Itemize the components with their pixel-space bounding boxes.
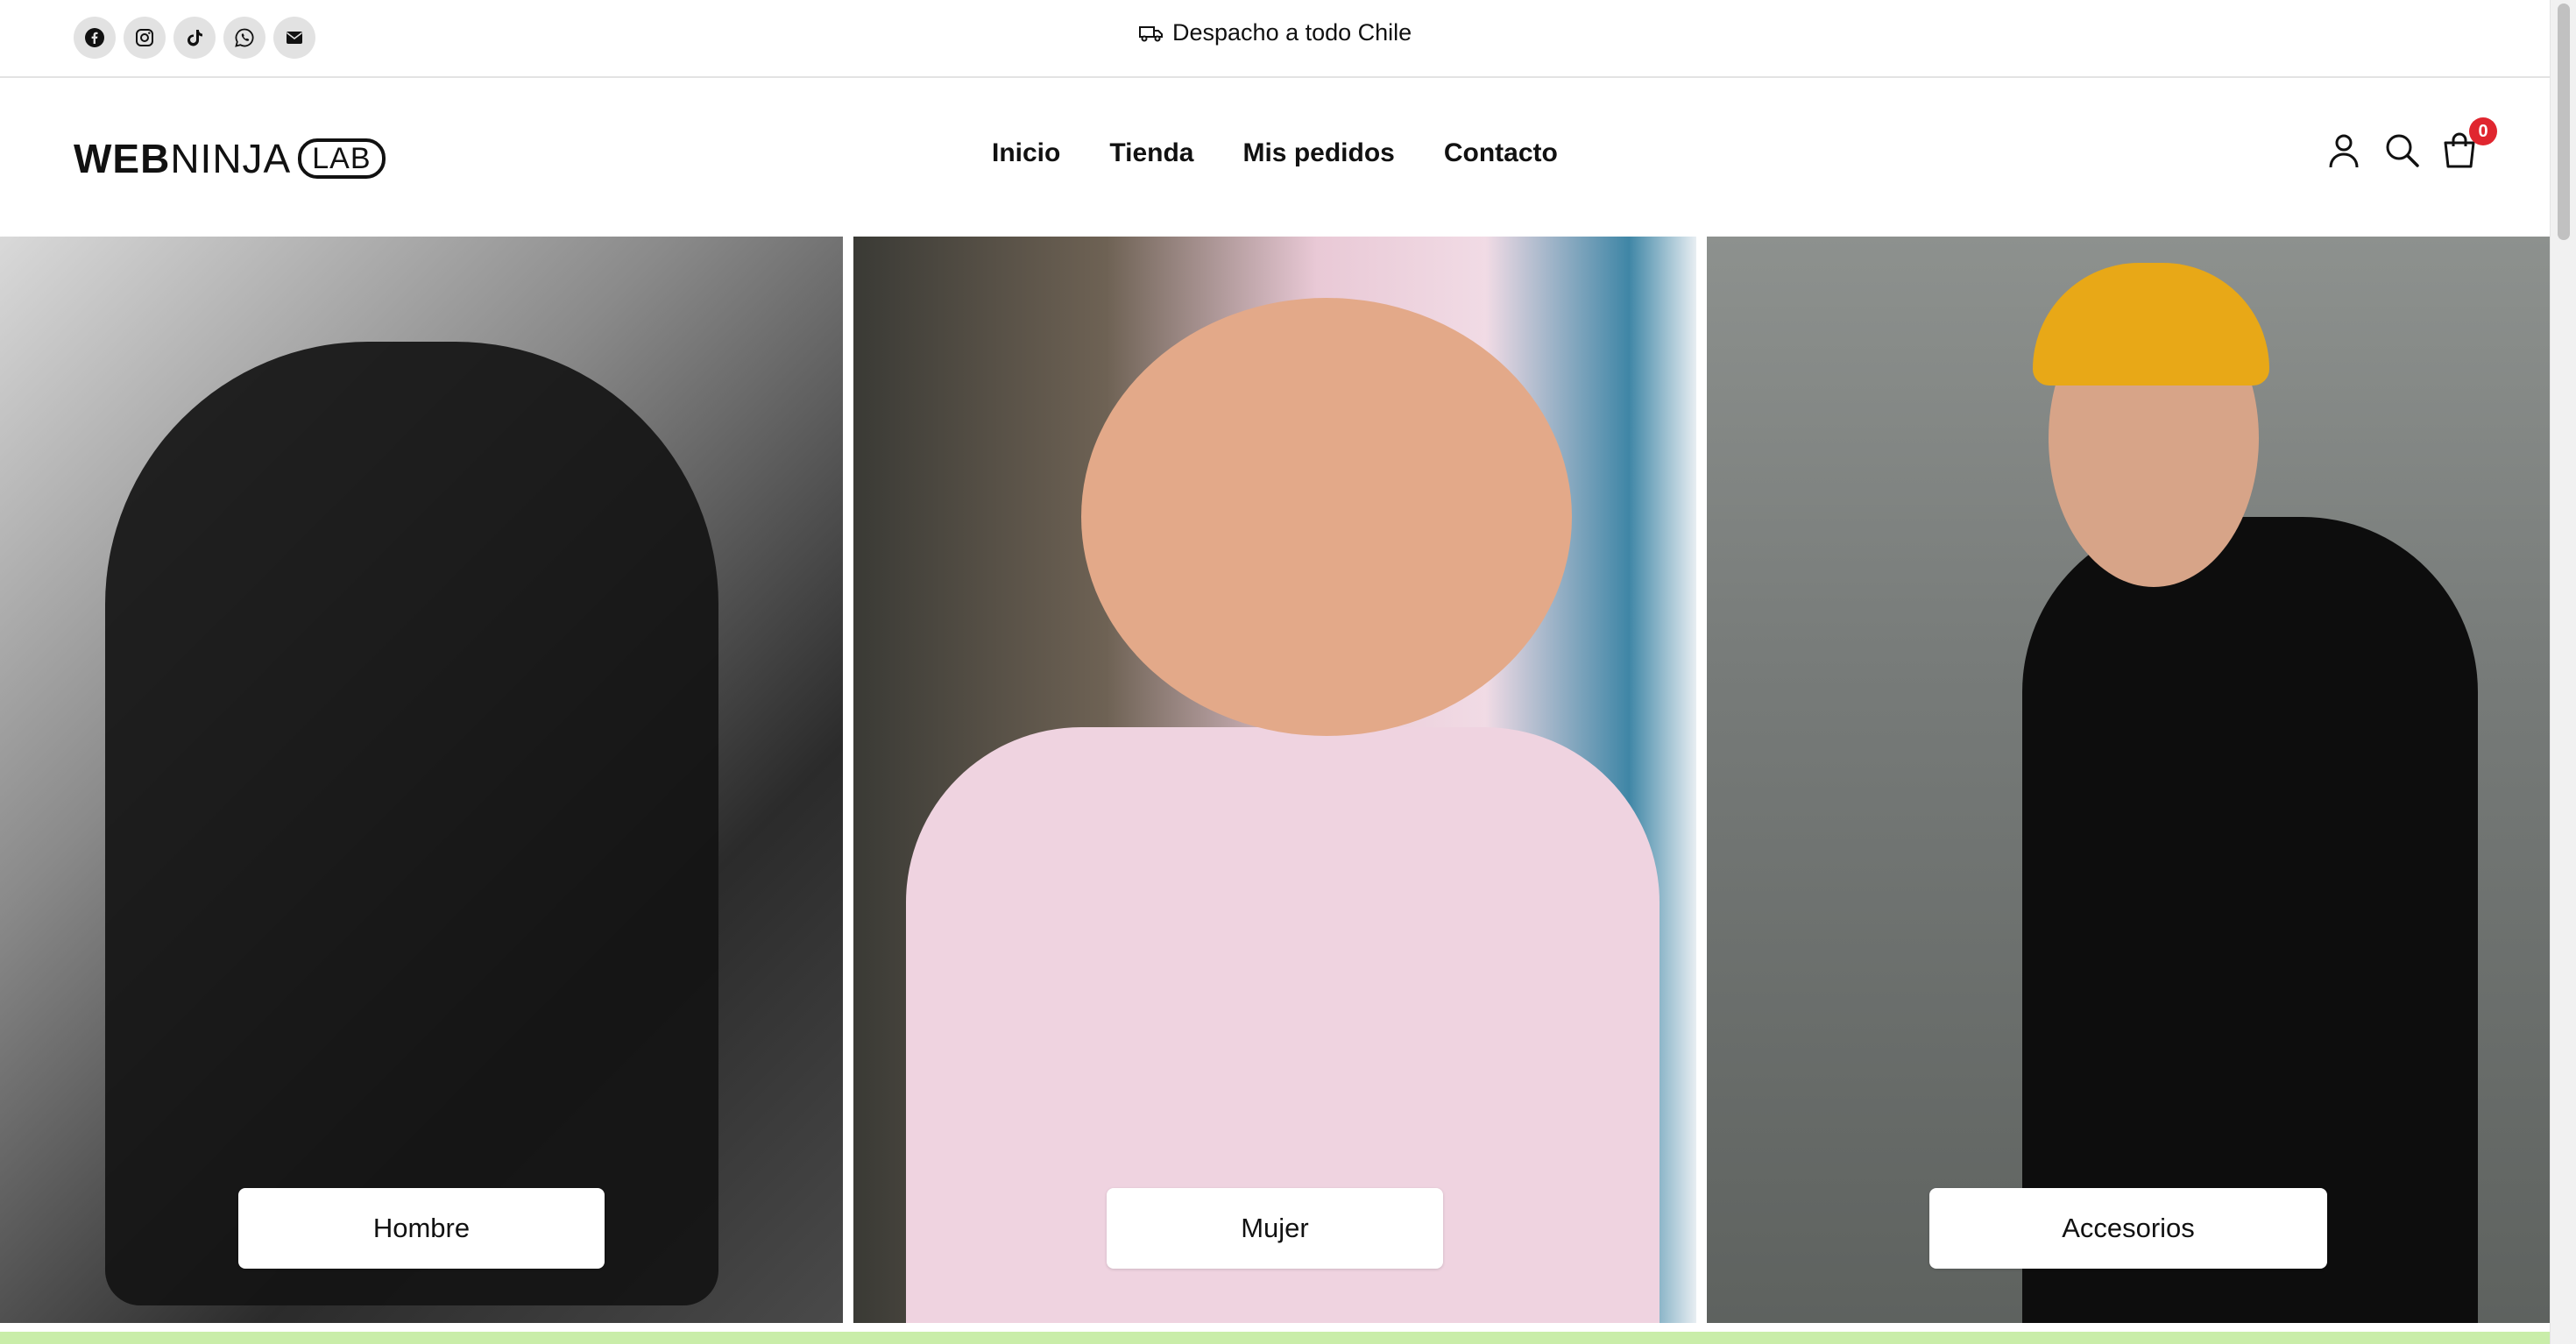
logo-lab: LAB	[298, 138, 386, 179]
truck-icon	[1139, 25, 1163, 41]
category-panel-mujer[interactable]: Mujer	[853, 237, 1696, 1323]
nav-tienda[interactable]: Tienda	[1109, 138, 1193, 168]
facebook-icon[interactable]	[74, 17, 116, 59]
nav-mis-pedidos[interactable]: Mis pedidos	[1242, 138, 1394, 168]
header-icons: 0	[2324, 117, 2497, 170]
category-button-accesorios[interactable]: Accesorios	[1929, 1188, 2327, 1269]
category-button-mujer[interactable]: Mujer	[1107, 1188, 1443, 1269]
announcement-bar: Despacho a todo Chile	[0, 0, 2550, 78]
tiktok-icon[interactable]	[173, 17, 216, 59]
whatsapp-icon[interactable]	[223, 17, 265, 59]
category-panel-accesorios[interactable]: Accesorios	[1707, 237, 2550, 1323]
bottom-strip	[0, 1332, 2550, 1344]
nav-inicio[interactable]: Inicio	[992, 138, 1060, 168]
announcement: Despacho a todo Chile	[1139, 19, 1412, 46]
announcement-text: Despacho a todo Chile	[1172, 19, 1412, 46]
social-links	[74, 17, 315, 59]
main-nav: Inicio Tienda Mis pedidos Contacto	[992, 138, 1558, 168]
search-icon[interactable]	[2381, 130, 2422, 170]
category-button-hombre[interactable]: Hombre	[238, 1188, 605, 1269]
logo-web: WEB	[74, 136, 171, 181]
hombre-image	[105, 342, 718, 1305]
logo[interactable]: WEB NINJA LAB	[74, 135, 386, 182]
site-header: WEB NINJA LAB Inicio Tienda Mis pedidos …	[0, 79, 2550, 237]
user-icon[interactable]	[2324, 130, 2364, 170]
cart-icon[interactable]: 0	[2439, 117, 2497, 170]
cart-count-badge: 0	[2469, 117, 2497, 145]
accesorios-image-hat	[2033, 263, 2269, 386]
scrollbar-thumb[interactable]	[2558, 4, 2570, 240]
email-icon[interactable]	[273, 17, 315, 59]
instagram-icon[interactable]	[124, 17, 166, 59]
scrollbar[interactable]	[2550, 0, 2576, 1344]
category-panel-hombre[interactable]: Hombre	[0, 237, 843, 1323]
category-grid: Hombre Mujer Accesorios	[0, 237, 2550, 1323]
nav-contacto[interactable]: Contacto	[1444, 138, 1558, 168]
mujer-image	[1081, 298, 1572, 736]
logo-ninja: NINJA	[170, 136, 292, 181]
